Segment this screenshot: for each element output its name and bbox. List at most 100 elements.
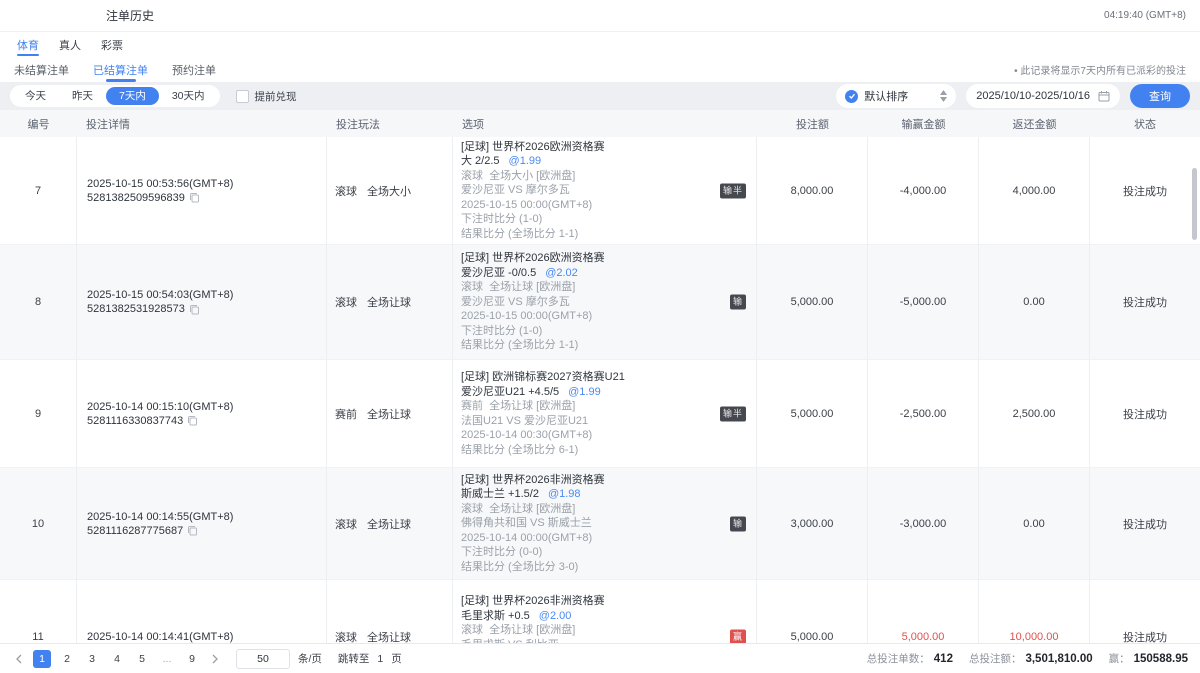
- page-ellipsis: ...: [158, 650, 176, 668]
- odds-value: @1.99: [509, 155, 542, 167]
- summary-value: 412: [934, 653, 953, 665]
- sub-tab-2[interactable]: 已结算注单: [93, 57, 148, 82]
- bet-status: 投注成功: [1090, 468, 1200, 579]
- page-button-2[interactable]: 2: [58, 650, 76, 668]
- option-detail-line: 结果比分 (全场比分 3-0): [461, 560, 748, 575]
- option-detail-lines: 滚球 全场让球 [欧洲盘]佛得角共和国 VS 斯威士兰2025-10-14 00…: [461, 502, 748, 575]
- range-option-3[interactable]: 7天内: [106, 87, 159, 105]
- play-type-cell: 滚球 全场大小: [327, 137, 453, 244]
- pick-line: 毛里求斯 +0.5@2.00: [461, 609, 748, 624]
- sort-stepper-icon: [940, 90, 947, 102]
- totals-summary: 总投注单数：412总投注额：3,501,810.00赢：150588.95: [867, 651, 1188, 666]
- main-tab-2[interactable]: 真人: [59, 32, 81, 57]
- main-tab-3[interactable]: 彩票: [101, 32, 123, 57]
- refund-amount: 4,000.00: [979, 137, 1090, 244]
- result-badge: 输: [730, 295, 746, 310]
- page-button-5[interactable]: 5: [133, 650, 151, 668]
- copy-icon[interactable]: [189, 192, 200, 203]
- sub-tab-3[interactable]: 预约注单: [172, 57, 216, 82]
- row-number: 11: [0, 580, 77, 643]
- bet-id: 5281382509596839: [87, 192, 185, 204]
- play-market: 全场让球: [367, 516, 411, 532]
- row-number: 8: [0, 245, 77, 359]
- option-detail-line: 2025-10-15 00:00(GMT+8): [461, 198, 748, 213]
- vertical-scrollbar[interactable]: [1192, 168, 1197, 240]
- column-header-1: 编号: [0, 110, 77, 137]
- pagination: 12345... 9: [12, 650, 222, 668]
- current-time: 04:19:40 (GMT+8): [1104, 10, 1186, 21]
- option-detail-line: 毛里求斯 VS 利比亚: [461, 638, 748, 644]
- odds-value: @1.98: [548, 488, 581, 500]
- table-header: 编号投注详情投注玩法选项投注额输赢金额返还金额状态: [0, 110, 1200, 137]
- option-detail-line: 爱沙尼亚 VS 摩尔多瓦: [461, 295, 748, 310]
- column-header-3: 投注玩法: [327, 110, 453, 137]
- chevron-right-icon[interactable]: [208, 652, 222, 666]
- checkbox-icon[interactable]: [236, 90, 249, 103]
- option-detail-lines: 滚球 全场让球 [欧洲盘]毛里求斯 VS 利比亚: [461, 623, 748, 643]
- pick-line: 大 2/2.5 @1.99: [461, 154, 748, 169]
- date-range-picker[interactable]: 2025/10/10-2025/10/16: [966, 84, 1120, 108]
- win-loss-amount: -2,500.00: [868, 360, 979, 467]
- page-button-4[interactable]: 4: [108, 650, 126, 668]
- option-detail-line: 2025-10-14 00:30(GMT+8): [461, 428, 748, 443]
- range-option-4[interactable]: 30天内: [159, 87, 218, 105]
- calendar-icon: [1098, 90, 1110, 102]
- page-button-1[interactable]: 1: [33, 650, 51, 668]
- main-tab-1[interactable]: 体育: [17, 32, 39, 57]
- column-header-4: 选项: [453, 110, 757, 137]
- early-cashout-checkbox[interactable]: 提前兑现: [236, 89, 297, 104]
- refund-amount: 2,500.00: [979, 360, 1090, 467]
- copy-icon[interactable]: [187, 415, 198, 426]
- stake-amount: 3,000.00: [757, 468, 868, 579]
- range-option-1[interactable]: 今天: [12, 87, 59, 105]
- copy-icon[interactable]: [187, 525, 198, 536]
- bet-detail-cell: 2025-10-15 00:54:03(GMT+8) 5281382531928…: [77, 245, 327, 359]
- query-button[interactable]: 查询: [1130, 84, 1190, 108]
- copy-icon[interactable]: [189, 304, 200, 315]
- option-detail-line: 法国U21 VS 爱沙尼亚U21: [461, 414, 748, 429]
- option-cell: [足球] 世界杯2026欧洲资格赛 爱沙尼亚 -0/0.5@2.02 滚球 全场…: [453, 245, 757, 359]
- result-badge: 输: [730, 516, 746, 531]
- sub-tab-1[interactable]: 未结算注单: [14, 57, 69, 82]
- option-detail-line: 滚球 全场让球 [欧洲盘]: [461, 280, 748, 295]
- jump-page-value[interactable]: 1: [377, 653, 383, 665]
- odds-value: @2.02: [545, 267, 578, 279]
- page-size-unit: 条/页: [298, 651, 322, 666]
- result-badge: 赢: [730, 630, 746, 644]
- summary-value: 150588.95: [1134, 653, 1188, 665]
- chevron-left-icon[interactable]: [12, 652, 26, 666]
- refund-amount: 0.00: [979, 245, 1090, 359]
- league-name: [足球] 世界杯2026欧洲资格赛: [461, 251, 748, 266]
- page-button-9[interactable]: 9: [183, 650, 201, 668]
- bet-time: 2025-10-14 00:15:10(GMT+8): [87, 401, 326, 413]
- table-body: 7 2025-10-15 00:53:56(GMT+8) 52813825095…: [0, 137, 1200, 643]
- bet-detail-cell: 2025-10-15 00:53:56(GMT+8) 5281382509596…: [77, 137, 327, 244]
- option-detail-line: 2025-10-14 00:00(GMT+8): [461, 531, 748, 546]
- option-cell: [足球] 世界杯2026欧洲资格赛 大 2/2.5@1.99 滚球 全场大小 […: [453, 137, 757, 244]
- pick-line: 斯威士兰 +1.5/2@1.98: [461, 487, 748, 502]
- summary-item-1: 总投注单数： 412: [867, 651, 953, 666]
- bet-detail-cell: 2025-10-14 00:14:41(GMT+8): [77, 580, 327, 643]
- play-market: 全场让球: [367, 406, 411, 422]
- league-name: [足球] 世界杯2026欧洲资格赛: [461, 140, 748, 155]
- play-type-cell: 滚球 全场让球: [327, 245, 453, 359]
- column-header-5: 投注额: [757, 110, 868, 137]
- option-detail-line: 下注时比分 (1-0): [461, 324, 748, 339]
- page-button-3[interactable]: 3: [83, 650, 101, 668]
- bet-time: 2025-10-14 00:14:41(GMT+8): [87, 631, 326, 643]
- play-period: 滚球: [335, 629, 357, 643]
- table-row: 8 2025-10-15 00:54:03(GMT+8) 52813825319…: [0, 245, 1200, 360]
- stake-amount: 5,000.00: [757, 360, 868, 467]
- range-option-2[interactable]: 昨天: [59, 87, 106, 105]
- option-detail-line: 结果比分 (全场比分 1-1): [461, 338, 748, 353]
- page-size-input[interactable]: 50: [236, 649, 290, 669]
- league-name: [足球] 世界杯2026非洲资格赛: [461, 473, 748, 488]
- sub-tabs-list: 未结算注单已结算注单预约注单: [14, 57, 216, 82]
- sort-dropdown[interactable]: 默认排序: [836, 84, 956, 108]
- option-detail-line: 赛前 全场让球 [欧洲盘]: [461, 399, 748, 414]
- option-detail-line: 爱沙尼亚 VS 摩尔多瓦: [461, 183, 748, 198]
- pick-selection: 大 2/2.5: [461, 155, 500, 167]
- bet-id-line: 5281116330837743: [87, 415, 326, 427]
- summary-label: 总投注单数：: [867, 651, 930, 666]
- option-detail-line: 下注时比分 (1-0): [461, 212, 748, 227]
